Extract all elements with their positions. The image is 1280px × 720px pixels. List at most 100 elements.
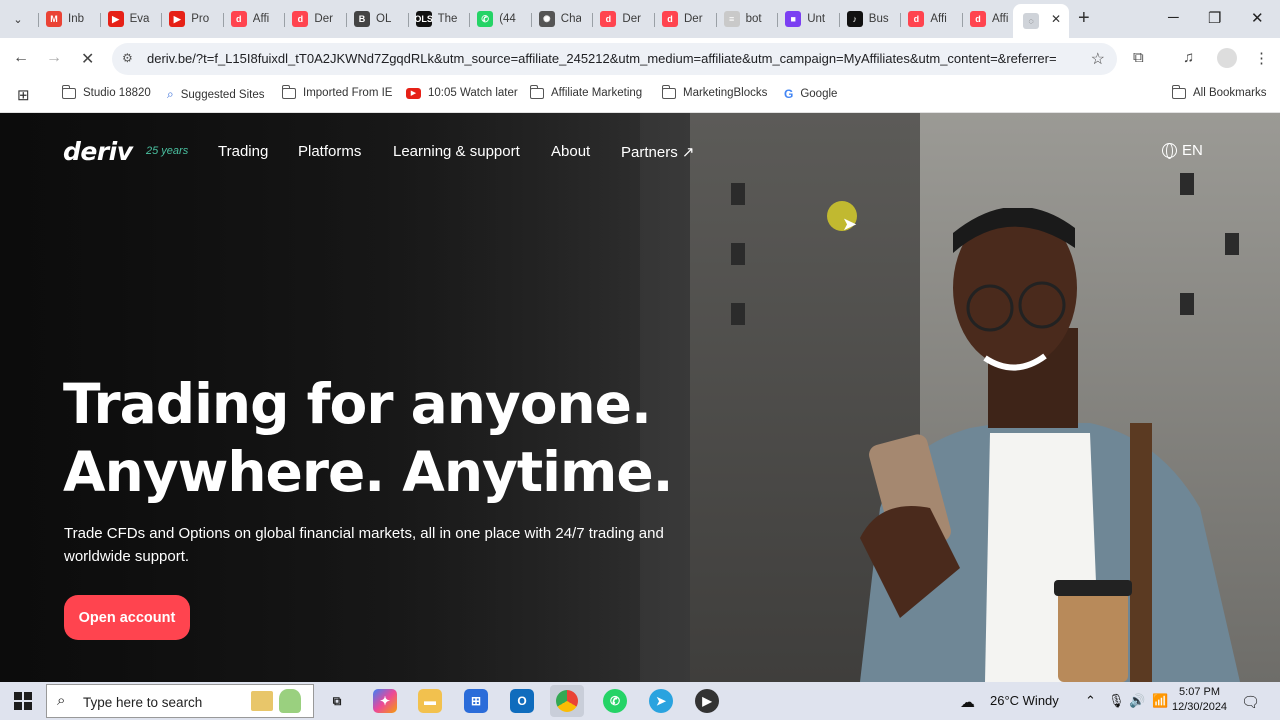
bookmark-label: 10:05 Watch later	[428, 87, 518, 99]
show-hidden-icons[interactable]: ⌃	[1085, 693, 1096, 709]
microsoft-store-icon[interactable]: ⊞	[464, 689, 488, 713]
bookmark-label: MarketingBlocks	[683, 87, 768, 99]
url-text[interactable]: deriv.be/?t=f_L15I8fuixdl_tT0A2JKWNd7Zgq…	[147, 51, 1077, 66]
windows-taskbar: ⌕ Type here to search ⧉ ✦ ▬ ⊞ O ✆ ➤ ▶ ☁ …	[0, 682, 1280, 720]
browser-tab[interactable]: B OL	[346, 4, 406, 34]
microphone-icon[interactable]: 🎙	[1108, 693, 1125, 709]
video-icon: ■	[785, 11, 802, 27]
close-tab-icon[interactable]: ✕	[1051, 12, 1061, 26]
all-bookmarks[interactable]: All Bookmarks	[1171, 84, 1267, 99]
restore-icon[interactable]: ❐	[1208, 9, 1221, 27]
new-tab-button[interactable]: +	[1078, 8, 1090, 28]
weather-text[interactable]: 26°C Windy	[990, 693, 1059, 708]
browser-tab[interactable]: d Affi	[222, 4, 283, 34]
tab-search-chevron-icon[interactable]: ⌄	[6, 7, 30, 31]
windows-start-icon[interactable]	[14, 692, 32, 710]
site-header: deriv 25 years Trading Platforms Learnin…	[0, 113, 1280, 191]
search-highlight-icon	[279, 689, 301, 713]
tab-active[interactable]: ◌ ✕	[1013, 4, 1069, 38]
open-account-button[interactable]: Open account	[64, 595, 190, 640]
menu-kebab-icon[interactable]: ⋮	[1254, 49, 1269, 67]
tab-label: Inb	[68, 13, 84, 25]
whatsapp-icon[interactable]: ✆	[603, 689, 627, 713]
youtube-icon: ▶	[406, 87, 421, 99]
notifications-icon[interactable]: 🗨	[1241, 693, 1260, 711]
deriv-icon: d	[662, 11, 678, 27]
profile-avatar[interactable]	[1217, 48, 1237, 68]
network-icon[interactable]: 📶	[1152, 693, 1168, 709]
browser-tab[interactable]: d Der	[592, 4, 652, 34]
media-controls-icon[interactable]: ♫	[1183, 49, 1194, 66]
browser-tab[interactable]: ♪ Bus	[838, 4, 899, 34]
bookmark-star-icon[interactable]: ☆	[1091, 49, 1105, 69]
nav-trading[interactable]: Trading	[218, 143, 268, 160]
browser-tab[interactable]: OLS The	[407, 4, 468, 34]
tab-label: OL	[376, 13, 392, 25]
volume-icon[interactable]: 🔊	[1129, 693, 1145, 709]
file-explorer-icon[interactable]: ▬	[418, 689, 442, 713]
nav-learning-support[interactable]: Learning & support	[393, 143, 520, 160]
youtube-icon: ▶	[169, 11, 186, 27]
telegram-icon[interactable]: ➤	[649, 689, 673, 713]
window-decor	[731, 303, 745, 325]
apps-grid-icon[interactable]: ⊞	[17, 86, 30, 104]
chatgpt-icon: ✺	[538, 11, 555, 27]
media-player-icon[interactable]: ▶	[695, 689, 719, 713]
browser-tab[interactable]: ▶ Pro	[161, 4, 221, 34]
deriv-icon: d	[908, 11, 925, 27]
google-icon: G	[784, 87, 794, 101]
stop-loading-icon[interactable]: ✕	[81, 49, 94, 69]
browser-tab[interactable]: d Der	[654, 4, 714, 34]
browser-tab[interactable]: ■ Unt	[777, 4, 837, 34]
folder-icon	[661, 84, 676, 99]
system-clock[interactable]: 5:07 PM 12/30/2024	[1172, 685, 1227, 715]
tab-label: Der	[622, 13, 641, 25]
tab-label: bot	[745, 13, 762, 25]
bookmark-item[interactable]: Affiliate Marketing	[529, 84, 642, 99]
headline-line-2: Anywhere. Anytime.	[63, 440, 674, 504]
bookmark-item[interactable]: Imported From IE	[281, 84, 392, 99]
bookmark-item[interactable]: ▶ 10:05 Watch later	[406, 87, 518, 99]
minimize-icon[interactable]: ─	[1168, 9, 1179, 26]
browser-tab[interactable]: d Affi	[900, 4, 960, 34]
close-window-icon[interactable]: ✕	[1251, 9, 1264, 27]
bookmark-item[interactable]: G Google	[784, 87, 837, 101]
deriv-icon: d	[970, 11, 986, 27]
site-info-icon[interactable]: ⚙	[122, 51, 133, 65]
bookmark-label: Google	[800, 88, 838, 100]
nav-partners[interactable]: Partners ↗	[621, 143, 694, 161]
tab-label: Affi	[930, 13, 947, 25]
deriv-logo[interactable]: deriv	[63, 137, 133, 166]
browser-tab[interactable]: ▶ Eva	[99, 4, 160, 34]
tab-label: The	[437, 13, 458, 25]
task-view-icon[interactable]: ⧉	[325, 689, 349, 713]
back-icon[interactable]: ←	[13, 49, 29, 67]
forward-icon[interactable]: →	[46, 49, 62, 67]
language-selector[interactable]: EN	[1162, 142, 1203, 159]
browser-tab[interactable]: M Inb	[38, 4, 98, 34]
browser-tab[interactable]: ✆ (44	[469, 4, 529, 34]
tab-label: Cha	[560, 13, 581, 25]
tab-label: Affi	[992, 13, 1009, 25]
bookmark-item[interactable]: ⌕ Suggested Sites	[167, 87, 265, 102]
browser-tab[interactable]: ≡ bot	[715, 4, 776, 34]
taskbar-search-input[interactable]: ⌕ Type here to search	[46, 684, 314, 718]
bookmark-item[interactable]: MarketingBlocks	[661, 84, 768, 99]
bookmark-item[interactable]: Studio 18820	[61, 84, 151, 99]
bookmark-label: Studio 18820	[83, 87, 151, 99]
nav-about[interactable]: About	[551, 143, 590, 160]
browser-tab[interactable]: d Der	[284, 4, 344, 34]
hero-headline: Trading for anyone. Anywhere. Anytime.	[63, 370, 674, 506]
deriv-icon: d	[292, 11, 309, 27]
extensions-icon[interactable]: ⧉	[1133, 49, 1144, 66]
chrome-taskbar-button[interactable]	[550, 685, 584, 717]
copilot-icon[interactable]: ✦	[373, 689, 397, 713]
bookmark-label: Suggested Sites	[180, 88, 265, 101]
outlook-icon[interactable]: O	[510, 689, 534, 713]
all-bookmarks-label: All Bookmarks	[1193, 87, 1267, 99]
nav-platforms[interactable]: Platforms	[298, 143, 361, 160]
address-bar[interactable]: ⚙ deriv.be/?t=f_L15I8fuixdl_tT0A2JKWNd7Z…	[112, 43, 1117, 75]
language-label: EN	[1182, 142, 1203, 159]
clock-date: 12/30/2024	[1172, 701, 1228, 713]
browser-tab[interactable]: ✺ Cha	[530, 4, 591, 34]
